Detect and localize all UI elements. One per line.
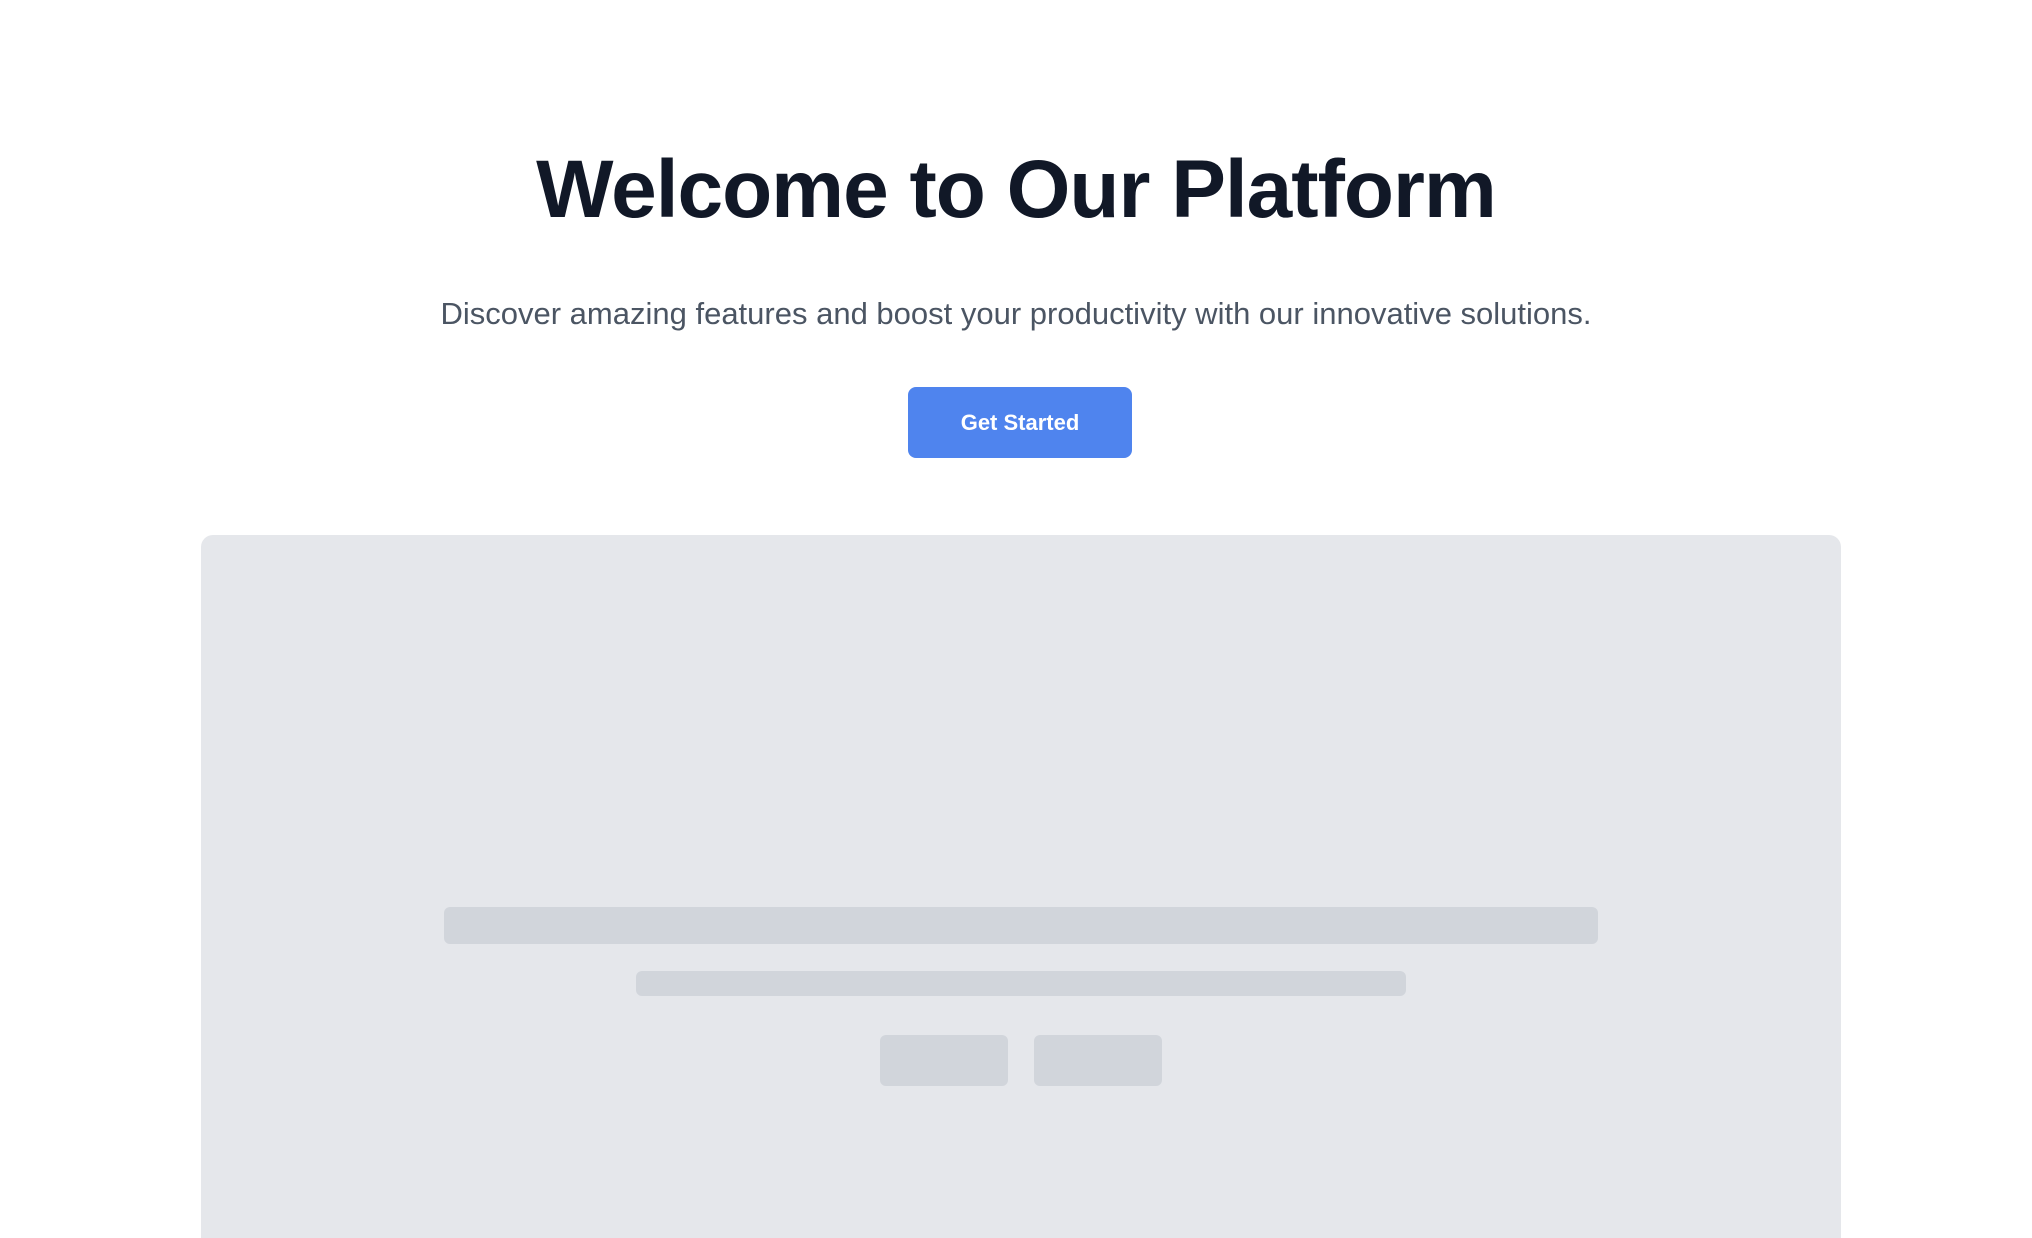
skeleton-text-line xyxy=(636,971,1406,996)
get-started-button[interactable]: Get Started xyxy=(908,387,1132,458)
preview-placeholder-panel xyxy=(201,535,1841,1238)
skeleton-button-secondary xyxy=(1034,1035,1162,1086)
landing-page: Welcome to Our Platform Discover amazing… xyxy=(0,0,2032,1238)
hero-subtitle: Discover amazing features and boost your… xyxy=(440,296,1592,331)
skeleton-heading-line xyxy=(444,907,1598,944)
skeleton-button-primary xyxy=(880,1035,1008,1086)
hero-title: Welcome to Our Platform xyxy=(536,144,1497,235)
